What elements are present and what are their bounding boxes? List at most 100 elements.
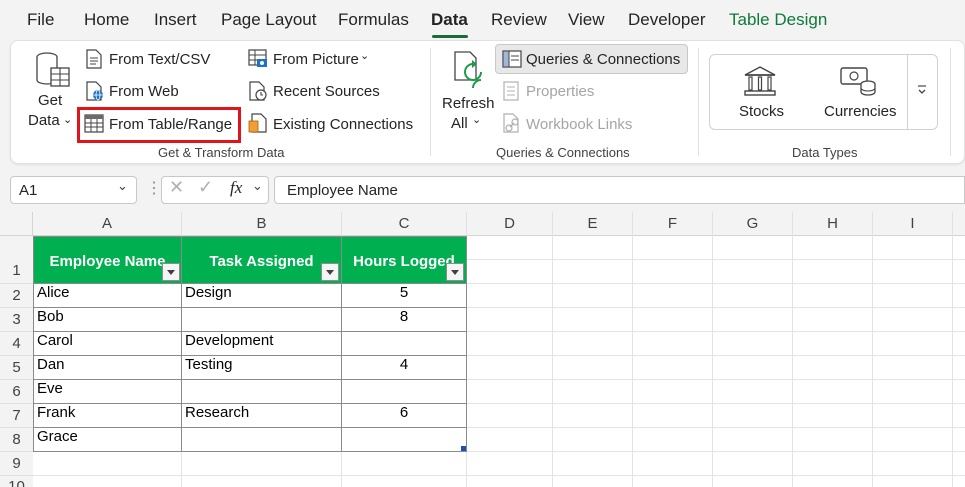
- table-cell[interactable]: Research: [182, 404, 342, 428]
- column-header-a[interactable]: A: [33, 212, 182, 236]
- row-header-7[interactable]: 7: [0, 404, 33, 428]
- chevron-down-icon[interactable]: ⌄: [252, 178, 263, 194]
- table-cell[interactable]: [182, 380, 342, 404]
- table-cell[interactable]: 6: [342, 404, 467, 428]
- row-header-5[interactable]: 5: [0, 356, 33, 380]
- group-separator: [430, 48, 431, 156]
- stocks-button[interactable]: Stocks: [739, 103, 784, 120]
- row-header-2[interactable]: 2: [0, 284, 33, 308]
- bank-icon[interactable]: [743, 65, 777, 97]
- tab-formulas[interactable]: Formulas: [338, 10, 409, 30]
- database-table-icon[interactable]: [34, 50, 72, 92]
- highlight-annotation: [77, 107, 241, 143]
- table-cell[interactable]: 4: [342, 356, 467, 380]
- table-cell[interactable]: [342, 332, 467, 356]
- get-data-label-1[interactable]: Get: [38, 92, 62, 109]
- properties-icon: [503, 81, 519, 101]
- column-header-h[interactable]: H: [793, 212, 873, 236]
- queries-pane-icon: [502, 50, 522, 68]
- row-header-8[interactable]: 8: [0, 428, 33, 452]
- select-all-button[interactable]: [0, 212, 33, 236]
- currency-icon[interactable]: [839, 66, 877, 98]
- column-header-b[interactable]: B: [182, 212, 342, 236]
- chevron-down-icon[interactable]: ⌄: [117, 178, 128, 194]
- row-header-9[interactable]: 9: [0, 452, 33, 476]
- tab-home[interactable]: Home: [84, 10, 129, 30]
- column-header-g[interactable]: G: [713, 212, 793, 236]
- gridline: [632, 236, 633, 487]
- column-header-e[interactable]: E: [553, 212, 633, 236]
- table-header-task-assigned: Task Assigned: [209, 253, 314, 270]
- get-data-label-2[interactable]: Data: [28, 112, 60, 129]
- formula-input[interactable]: Employee Name: [274, 176, 965, 204]
- tab-developer[interactable]: Developer: [628, 10, 706, 30]
- column-header-c[interactable]: C: [342, 212, 467, 236]
- existing-connections-icon: [248, 113, 267, 133]
- column-header-i[interactable]: I: [873, 212, 953, 236]
- table-cell[interactable]: [342, 380, 467, 404]
- filter-dropdown-icon[interactable]: [446, 263, 464, 281]
- table-cell[interactable]: 8: [342, 308, 467, 332]
- from-text-csv-button[interactable]: From Text/CSV: [109, 51, 210, 68]
- from-picture-button[interactable]: From Picture: [273, 51, 359, 68]
- column-header-d[interactable]: D: [467, 212, 553, 236]
- currencies-button[interactable]: Currencies: [824, 103, 897, 120]
- tab-page-layout[interactable]: Page Layout: [221, 10, 316, 30]
- row-header-4[interactable]: 4: [0, 332, 33, 356]
- table-cell[interactable]: Eve: [34, 380, 182, 404]
- table-cell[interactable]: Testing: [182, 356, 342, 380]
- active-tab-indicator: [432, 35, 468, 38]
- filter-dropdown-icon[interactable]: [321, 263, 339, 281]
- table-cell[interactable]: 5: [342, 284, 467, 308]
- table-cell[interactable]: Dan: [34, 356, 182, 380]
- row-header-6[interactable]: 6: [0, 380, 33, 404]
- tab-insert[interactable]: Insert: [154, 10, 197, 30]
- refresh-icon[interactable]: [451, 50, 491, 92]
- gridline: [33, 475, 965, 476]
- chevron-down-icon[interactable]: ⌄: [360, 49, 369, 62]
- tab-table-design[interactable]: Table Design: [729, 10, 827, 30]
- gallery-divider: [907, 55, 908, 129]
- tab-data[interactable]: Data: [431, 10, 468, 30]
- from-web-button[interactable]: From Web: [109, 83, 179, 100]
- table-resize-handle[interactable]: [461, 446, 466, 451]
- table-cell[interactable]: Grace: [34, 428, 182, 452]
- filter-dropdown-icon[interactable]: [162, 263, 180, 281]
- tab-file[interactable]: File: [27, 10, 54, 30]
- table-cell[interactable]: Frank: [34, 404, 182, 428]
- recent-sources-button[interactable]: Recent Sources: [273, 83, 380, 100]
- table-cell[interactable]: Development: [182, 332, 342, 356]
- row-header-1[interactable]: 1: [0, 236, 33, 284]
- table-cell[interactable]: [182, 308, 342, 332]
- gallery-expand-icon[interactable]: [916, 84, 928, 96]
- table-header-cell[interactable]: Employee Name: [34, 237, 182, 284]
- table-cell[interactable]: [342, 428, 467, 452]
- table-cell[interactable]: Design: [182, 284, 342, 308]
- row-header-3[interactable]: 3: [0, 308, 33, 332]
- existing-connections-button[interactable]: Existing Connections: [273, 116, 413, 133]
- refresh-all-label-1[interactable]: Refresh: [442, 95, 495, 112]
- enter-icon[interactable]: ✓: [198, 177, 213, 198]
- table-cell[interactable]: Alice: [34, 284, 182, 308]
- table-header-employee-name: Employee Name: [49, 253, 166, 270]
- table-cell[interactable]: Bob: [34, 308, 182, 332]
- column-header-f[interactable]: F: [633, 212, 713, 236]
- properties-button[interactable]: Properties: [526, 83, 594, 100]
- insert-function-icon[interactable]: fx: [230, 178, 242, 198]
- table-cell[interactable]: [182, 428, 342, 452]
- chevron-down-icon[interactable]: ⌄: [63, 113, 72, 126]
- table-header-cell[interactable]: Task Assigned: [182, 237, 342, 284]
- chevron-down-icon[interactable]: ⌄: [472, 113, 481, 126]
- table-cell[interactable]: Carol: [34, 332, 182, 356]
- name-box-value: A1: [19, 182, 38, 199]
- queries-connections-label[interactable]: Queries & Connections: [526, 51, 680, 68]
- workbook-links-button[interactable]: Workbook Links: [526, 116, 632, 133]
- cancel-icon[interactable]: ✕: [169, 177, 184, 198]
- more-options-icon[interactable]: ⋮: [146, 178, 162, 198]
- tab-view[interactable]: View: [568, 10, 605, 30]
- row-header-10[interactable]: 10: [0, 476, 33, 487]
- refresh-all-label-2[interactable]: All: [451, 115, 468, 132]
- formula-value: Employee Name: [287, 182, 398, 199]
- tab-review[interactable]: Review: [491, 10, 547, 30]
- gridline: [552, 236, 553, 487]
